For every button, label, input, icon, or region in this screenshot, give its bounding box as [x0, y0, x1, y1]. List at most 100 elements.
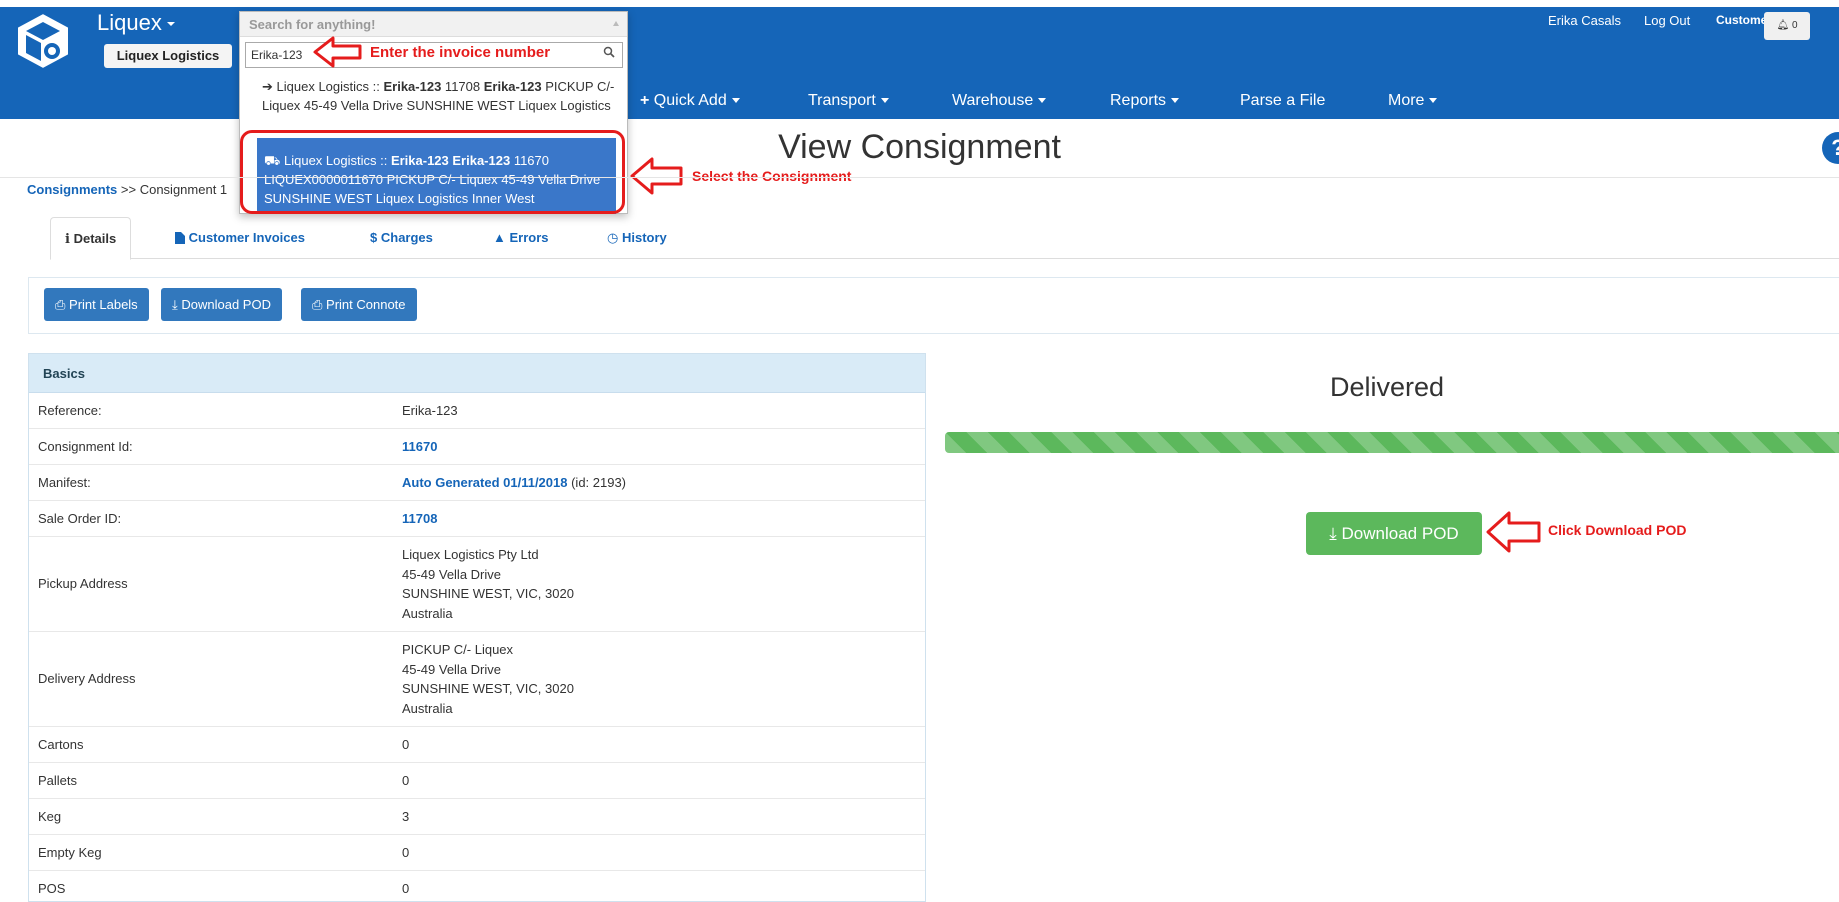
table-row: Empty Keg 0 [29, 835, 925, 871]
table-row: Keg 3 [29, 799, 925, 835]
search-header[interactable]: Search for anything! [240, 12, 627, 37]
chevron-down-icon [166, 22, 175, 27]
nav-transport[interactable]: Transport [808, 92, 889, 110]
annotation-click-download: Click Download POD [1548, 522, 1687, 538]
pos-label: POS [38, 881, 66, 896]
table-row: Pallets 0 [29, 763, 925, 799]
table-row: Consignment Id: 11670 [29, 429, 925, 465]
nav-warehouse-label: Warehouse [952, 92, 1034, 109]
liquex-logo-icon[interactable] [12, 10, 74, 72]
reference-label: Reference: [38, 403, 102, 418]
clock-icon: ◷ [607, 230, 619, 245]
top-strip [0, 0, 1839, 7]
tab-details-label: Details [73, 231, 117, 246]
chevron-down-icon [1171, 98, 1180, 104]
delivery-progress-bar [945, 432, 1839, 453]
empty-keg-label: Empty Keg [38, 845, 102, 860]
title-divider [0, 177, 1839, 178]
consignment-id-link[interactable]: 11670 [402, 439, 437, 454]
delivery-address-label: Delivery Address [38, 671, 136, 686]
annotation-enter-invoice: Enter the invoice number [370, 44, 551, 61]
tab-charges-label: Charges [380, 230, 433, 245]
chevron-down-icon [731, 98, 740, 104]
nav-warehouse[interactable]: Warehouse [952, 92, 1047, 110]
company-selector[interactable]: Liquex Logistics [104, 44, 232, 68]
tab-errors[interactable]: ▲ Errors [479, 217, 563, 259]
address-line: 45-49 Vella Drive [402, 566, 501, 582]
annotation-arrow-icon [313, 36, 362, 68]
manifest-link[interactable]: Auto Generated 01/11/2018 [402, 475, 567, 490]
tab-customer-invoices-label: Customer Invoices [188, 230, 305, 245]
breadcrumb: Consignments >> Consignment 1 [27, 182, 227, 197]
keg-label: Keg [38, 809, 62, 824]
chevron-up-icon [613, 21, 619, 26]
tab-details[interactable]: i Details [50, 217, 132, 260]
download-pod-button[interactable]: ⤓ Download POD [1306, 512, 1482, 555]
consignment-id-label: Consignment Id: [38, 439, 133, 454]
table-row: Delivery Address PICKUP C/- Liquex 45-49… [29, 632, 925, 727]
nav-transport-label: Transport [808, 92, 876, 109]
nav-more[interactable]: More [1388, 92, 1438, 110]
download-icon: ⤓ [172, 297, 178, 312]
notifications-button[interactable]: 🔔︎ 0 [1764, 12, 1810, 40]
pallets-value: 0 [402, 773, 410, 788]
dollar-icon: $ [370, 230, 378, 245]
brand-menu[interactable]: Liquex [97, 10, 175, 36]
breadcrumb-current: >> Consignment 1 [117, 182, 228, 197]
table-row: Manifest: Auto Generated 01/11/2018 (id:… [29, 465, 925, 501]
user-name-link[interactable]: Erika Casals [1548, 13, 1621, 28]
download-pod-label: Download POD [181, 297, 271, 312]
cartons-label: Cartons [38, 737, 84, 752]
pickup-address-label: Pickup Address [38, 576, 128, 591]
address-line: 45-49 Vella Drive [402, 661, 501, 677]
address-line: SUNSHINE WEST, VIC, 3020 [402, 681, 574, 696]
sale-order-link[interactable]: 11708 [402, 511, 437, 526]
print-connote-label: Print Connote [326, 297, 406, 312]
brand-name: Liquex [97, 10, 162, 35]
search-placeholder-text: Search for anything! [249, 17, 376, 32]
nav-reports[interactable]: Reports [1110, 92, 1180, 110]
print-labels-button[interactable]: ⎙ Print Labels [44, 288, 149, 321]
download-pod-button-label: Download POD [1341, 524, 1459, 543]
pickup-address-value: Liquex Logistics Pty Ltd 45-49 Vella Dri… [402, 545, 574, 623]
table-row: Cartons 0 [29, 727, 925, 763]
basics-heading: Basics [29, 354, 925, 393]
info-icon: i [65, 232, 70, 247]
download-pod-toolbar-button[interactable]: ⤓ Download POD [161, 288, 282, 321]
delivery-status-label: Delivered [1330, 372, 1445, 402]
result-ref-secondary: Erika-123 [483, 79, 542, 94]
tab-customer-invoices[interactable]: Customer Invoices [161, 217, 319, 259]
delivery-address-value: PICKUP C/- Liquex 45-49 Vella Drive SUNS… [402, 640, 574, 718]
bell-icon: 🔔︎ [1776, 20, 1790, 31]
search-icon [603, 46, 615, 58]
nav-quick-add[interactable]: + Quick Add [640, 92, 740, 110]
logout-link[interactable]: Log Out [1644, 13, 1690, 28]
notification-count: 0 [1791, 20, 1798, 31]
table-row: Sale Order ID: 11708 [29, 501, 925, 537]
address-line: PICKUP C/- Liquex [402, 642, 514, 657]
plus-icon: + [640, 92, 650, 109]
address-line: Liquex Logistics Pty Ltd [402, 547, 539, 562]
tab-history[interactable]: ◷ History [593, 217, 681, 259]
manifest-label: Manifest: [38, 475, 91, 490]
result-ref: Erika-123 [383, 79, 442, 94]
download-icon: ⤓ [1329, 524, 1337, 543]
nav-quick-add-label: Quick Add [653, 92, 727, 109]
annotation-select-consignment: Select the Consignment [692, 168, 852, 184]
print-icon: ⎙ [312, 297, 323, 312]
pallets-label: Pallets [38, 773, 78, 788]
print-icon: ⎙ [55, 297, 66, 312]
tab-errors-label: Errors [509, 230, 549, 245]
print-connote-button[interactable]: ⎙ Print Connote [301, 288, 417, 321]
nav-more-label: More [1388, 92, 1425, 109]
nav-parse-file[interactable]: Parse a File [1240, 92, 1325, 110]
address-line: SUNSHINE WEST, VIC, 3020 [402, 586, 574, 601]
search-result-item[interactable]: ➔ Liquex Logistics :: Erika-123 11708 Er… [262, 77, 616, 115]
table-row: Reference: Erika-123 [29, 393, 925, 429]
table-row: Pickup Address Liquex Logistics Pty Ltd … [29, 537, 925, 632]
tab-charges[interactable]: $ Charges [356, 217, 447, 259]
cartons-value: 0 [402, 737, 410, 752]
breadcrumb-consignments-link[interactable]: Consignments [27, 182, 117, 197]
tab-bar: i Details Customer Invoices $ Charges ▲ … [50, 217, 1839, 260]
annotation-arrow-icon [1486, 511, 1541, 553]
